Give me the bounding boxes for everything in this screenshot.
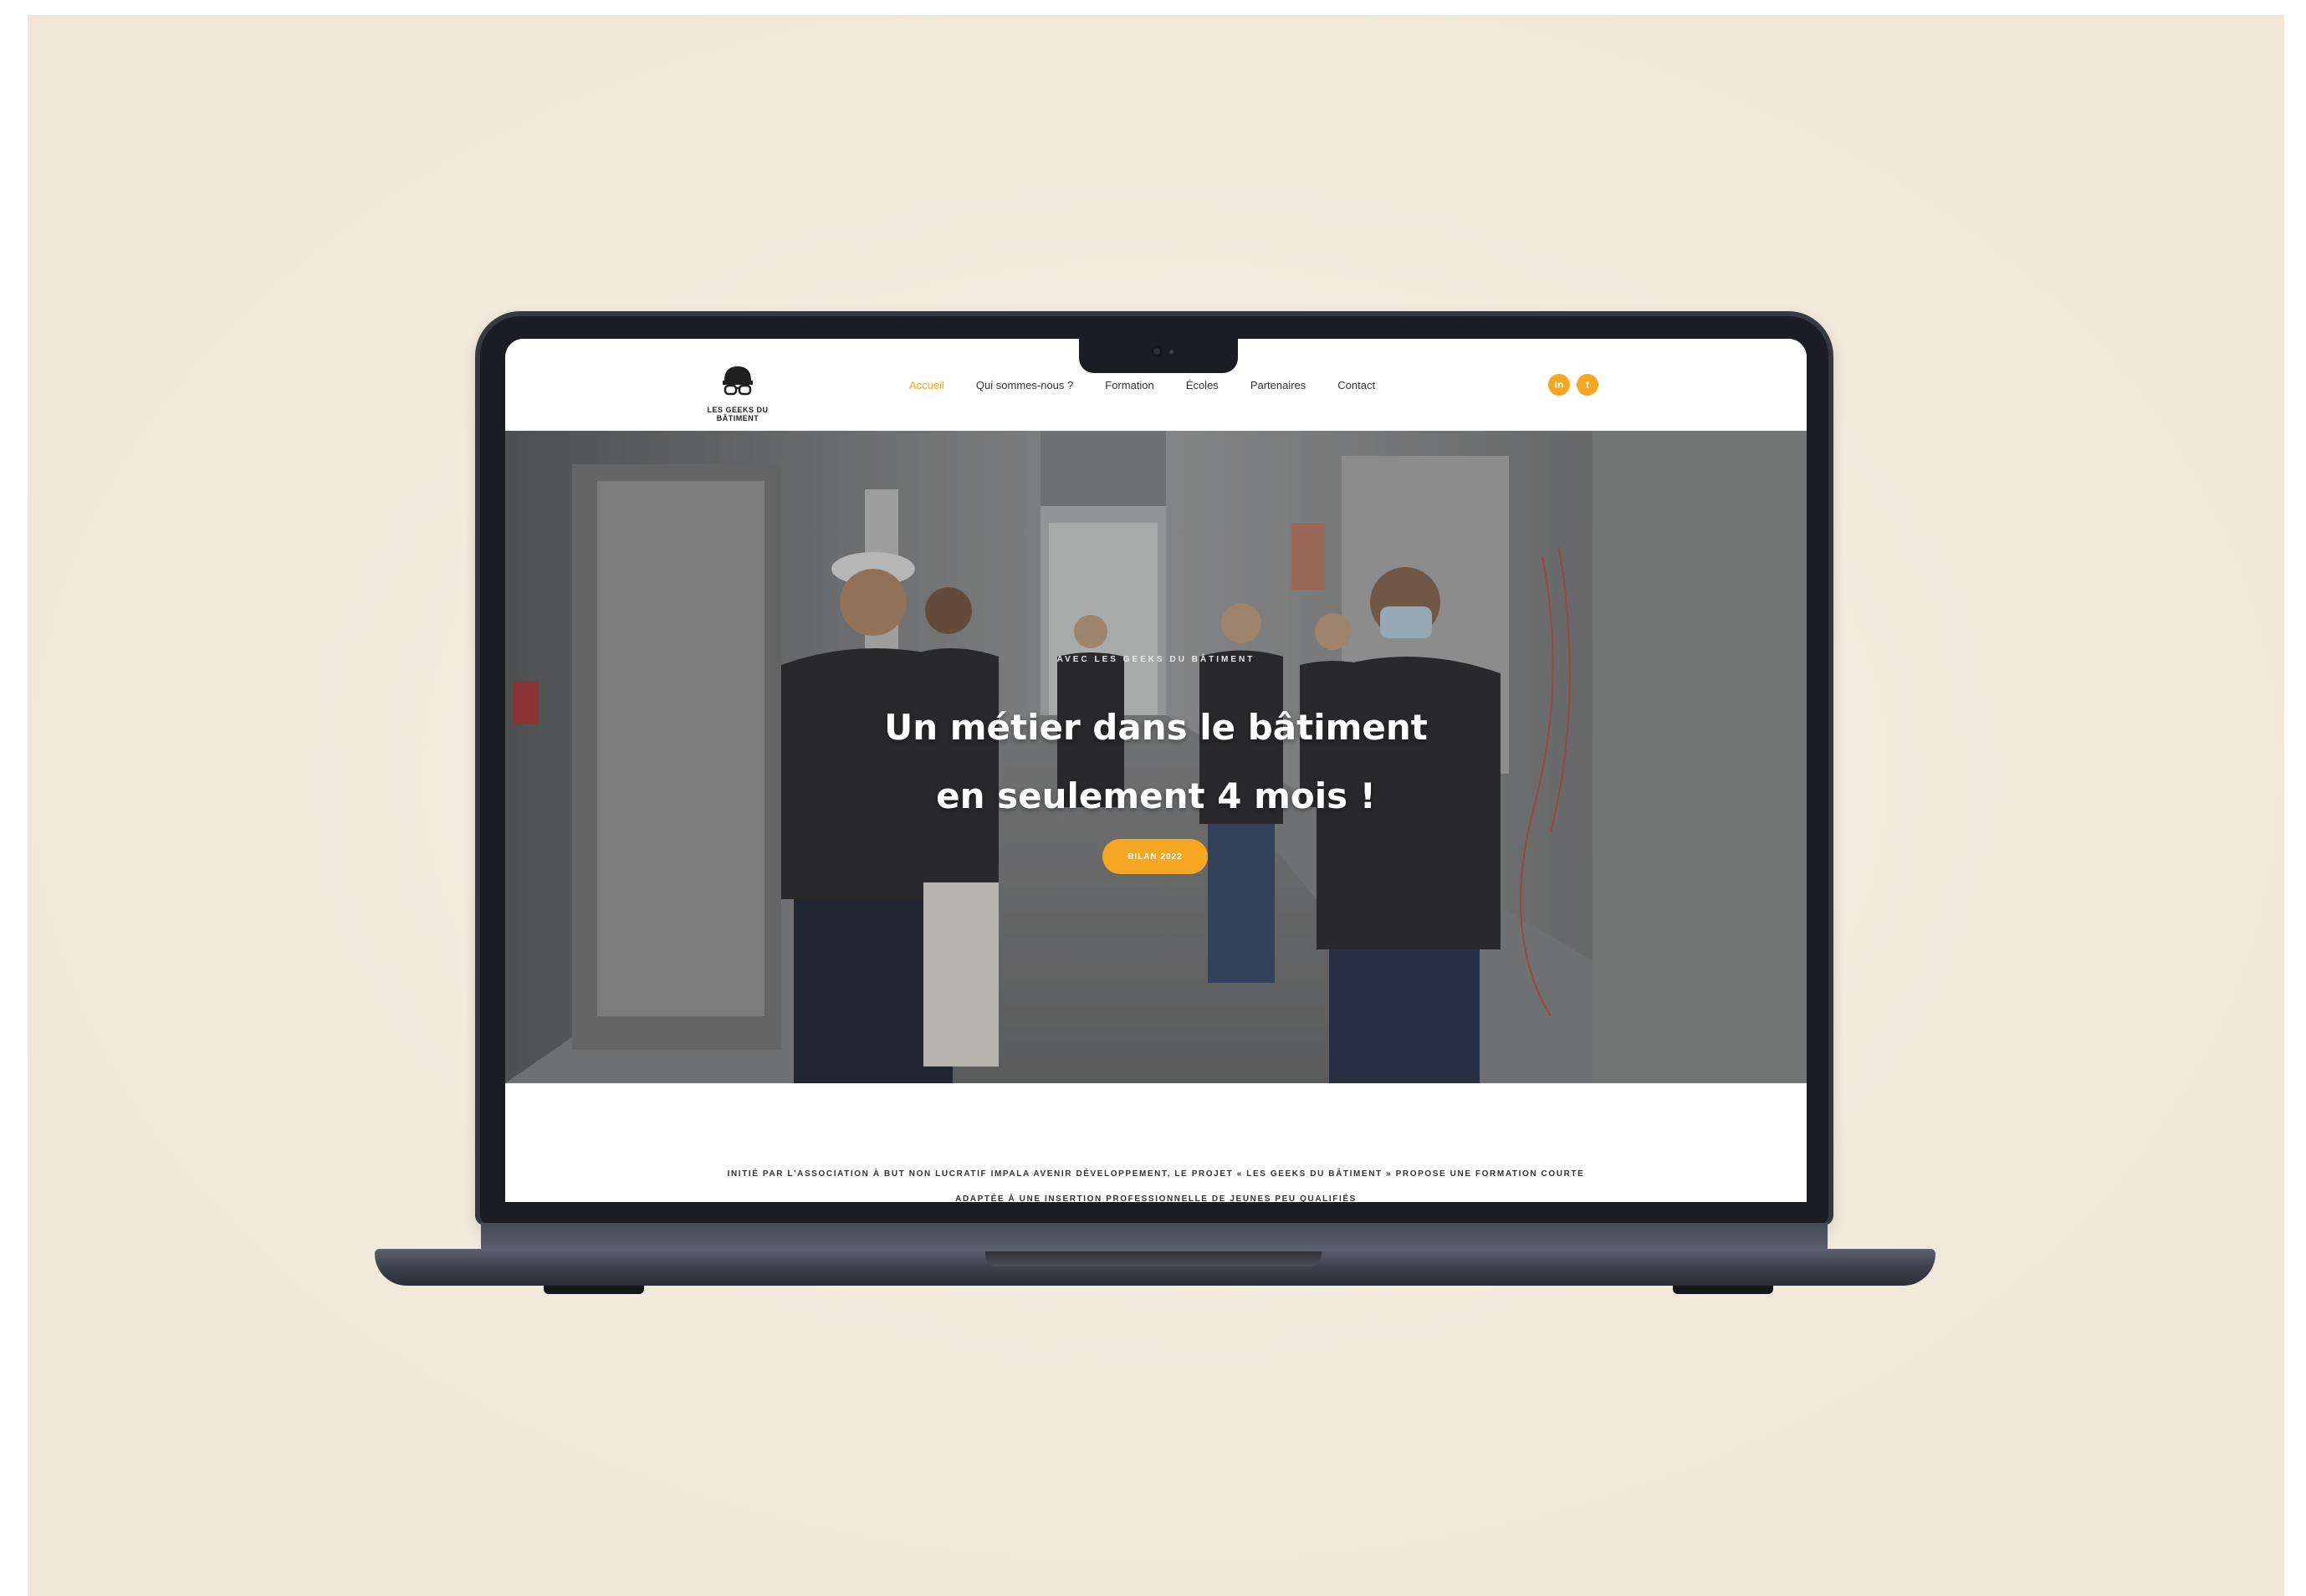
- laptop-foot-right: [1673, 1286, 1773, 1294]
- main-nav: Accueil Qui sommes-nous ? Formation Écol…: [909, 379, 1375, 391]
- social-links: in t: [1548, 374, 1598, 396]
- logo-text: LES GEEKS DU BÂTIMENT: [707, 406, 769, 422]
- hero-title: Un métier dans le bâtiment en seulement …: [505, 693, 1807, 831]
- twitter-icon[interactable]: t: [1577, 374, 1598, 396]
- hero-section: AVEC LES GEEKS DU BÂTIMENT Un métier dan…: [505, 431, 1807, 1083]
- laptop-base-top: [481, 1223, 1828, 1251]
- intro-text: INITIÉ PAR L'ASSOCIATION À BUT NON LUCRA…: [639, 1162, 1673, 1202]
- camera-indicator: [1169, 350, 1173, 354]
- site-logo[interactable]: LES GEEKS DU BÂTIMENT: [689, 362, 786, 422]
- nav-item-formation[interactable]: Formation: [1105, 379, 1154, 391]
- geek-helmet-icon: [718, 362, 757, 401]
- hero-title-line1: Un métier dans le bâtiment: [884, 707, 1428, 748]
- laptop-hinge: [985, 1251, 1322, 1266]
- intro-line1: INITIÉ PAR L'ASSOCIATION À BUT NON LUCRA…: [727, 1169, 1585, 1179]
- intro-line2: ADAPTÉE À UNE INSERTION PROFESSIONNELLE …: [955, 1194, 1357, 1202]
- bilan-button[interactable]: BILAN 2022: [1102, 839, 1208, 874]
- nav-item-partenaires[interactable]: Partenaires: [1250, 379, 1306, 391]
- intro-section: INITIÉ PAR L'ASSOCIATION À BUT NON LUCRA…: [505, 1083, 1807, 1202]
- linkedin-icon[interactable]: in: [1548, 374, 1570, 396]
- camera-icon: [1151, 345, 1163, 357]
- hero-title-line2: en seulement 4 mois !: [936, 775, 1376, 816]
- nav-item-qui-sommes-nous[interactable]: Qui sommes-nous ?: [976, 379, 1073, 391]
- nav-item-contact[interactable]: Contact: [1337, 379, 1375, 391]
- hero-kicker: AVEC LES GEEKS DU BÂTIMENT: [1056, 655, 1255, 664]
- laptop-foot-left: [544, 1286, 644, 1294]
- nav-item-accueil[interactable]: Accueil: [909, 379, 944, 391]
- laptop-screen: LES GEEKS DU BÂTIMENT Accueil Qui sommes…: [505, 339, 1807, 1202]
- nav-item-ecoles[interactable]: Écoles: [1186, 379, 1219, 391]
